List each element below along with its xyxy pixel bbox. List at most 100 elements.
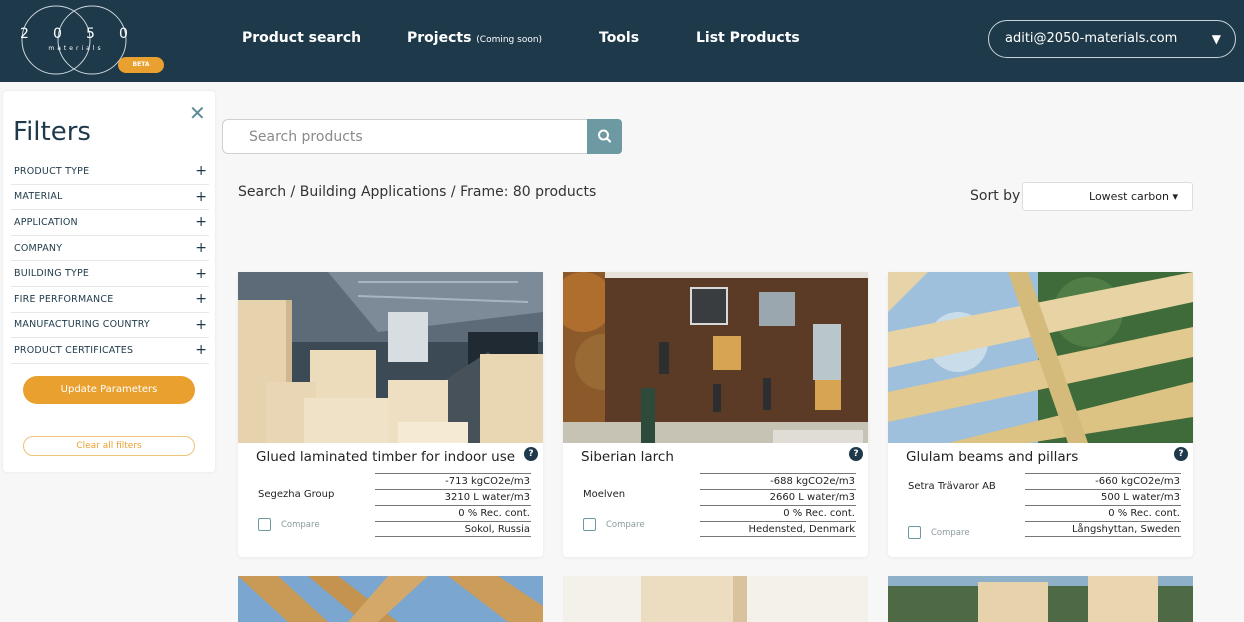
- nav-product-search[interactable]: Product search: [242, 30, 361, 46]
- filter-label: BUILDING TYPE: [14, 268, 90, 280]
- nav-label: Tools: [599, 30, 640, 46]
- recycled-content-value: 0 % Rec. cont.: [1025, 505, 1181, 521]
- sort-select[interactable]: Lowest carbon ▾: [1022, 182, 1193, 211]
- nav-projects[interactable]: Projects (Coming soon): [407, 30, 542, 46]
- product-image: [238, 272, 543, 443]
- plus-icon[interactable]: +: [195, 342, 207, 358]
- nav-label: Product search: [242, 30, 362, 46]
- filter-fire-performance[interactable]: FIRE PERFORMANCE +: [11, 287, 209, 313]
- product-title[interactable]: Siberian larch: [581, 449, 674, 465]
- product-image: [563, 576, 868, 622]
- product-card[interactable]: Siberian larch ? Moelven -688 kgCO2e/m3 …: [563, 272, 868, 557]
- location-value: Sokol, Russia: [375, 521, 531, 537]
- location-value: Hedensted, Denmark: [700, 521, 856, 537]
- product-image-larch-facade[interactable]: [563, 272, 868, 443]
- filter-product-type[interactable]: PRODUCT TYPE +: [11, 159, 209, 185]
- plus-icon[interactable]: +: [195, 266, 207, 282]
- filter-product-certificates[interactable]: PRODUCT CERTIFICATES +: [11, 338, 209, 364]
- product-image-glulam-blocks[interactable]: [238, 272, 543, 443]
- compare-label: Compare: [931, 527, 970, 538]
- water-value: 2660 L water/m3: [700, 489, 856, 505]
- filter-label: APPLICATION: [14, 216, 78, 228]
- product-image: [888, 272, 1193, 443]
- filter-application[interactable]: APPLICATION +: [11, 210, 209, 236]
- nav-label: List Products: [696, 30, 800, 46]
- logo-subtitle: materials: [48, 45, 104, 52]
- filter-material[interactable]: MATERIAL +: [11, 185, 209, 211]
- carbon-value: -660 kgCO2e/m3: [1025, 473, 1181, 489]
- user-account-dropdown[interactable]: aditi@2050-materials.com ▼: [988, 20, 1236, 58]
- product-card-image-partial[interactable]: [238, 576, 543, 622]
- plus-icon[interactable]: +: [195, 317, 207, 333]
- update-parameters-button[interactable]: Update Parameters: [23, 376, 195, 404]
- filter-label: MANUFACTURING COUNTRY: [14, 319, 150, 331]
- compare-checkbox[interactable]: [258, 518, 271, 531]
- company-name: Setra Trävaror AB: [908, 481, 996, 492]
- nav-list-products[interactable]: List Products: [696, 30, 800, 46]
- help-icon[interactable]: ?: [1174, 447, 1188, 461]
- carbon-value: -688 kgCO2e/m3: [700, 473, 856, 489]
- user-email: aditi@2050-materials.com: [1005, 31, 1178, 46]
- close-icon[interactable]: ✕: [189, 101, 206, 125]
- product-image: [563, 272, 868, 443]
- product-stats: -688 kgCO2e/m3 2660 L water/m3 0 % Rec. …: [700, 473, 856, 537]
- coming-soon-note: (Coming soon): [476, 35, 543, 45]
- nav-tools[interactable]: Tools: [599, 30, 639, 46]
- beta-badge: BETA: [118, 57, 164, 73]
- clear-all-filters-button[interactable]: Clear all filters: [23, 436, 195, 456]
- plus-icon[interactable]: +: [195, 240, 207, 256]
- caret-down-icon: ▼: [1211, 32, 1221, 46]
- product-card-image-partial[interactable]: [888, 576, 1193, 622]
- carbon-value: -713 kgCO2e/m3: [375, 473, 531, 489]
- help-icon[interactable]: ?: [849, 447, 863, 461]
- search-button[interactable]: [587, 119, 622, 154]
- recycled-content-value: 0 % Rec. cont.: [375, 505, 531, 521]
- filter-manufacturing-country[interactable]: MANUFACTURING COUNTRY +: [11, 313, 209, 339]
- breadcrumb: Search / Building Applications / Frame: …: [238, 184, 597, 200]
- product-card-image-partial[interactable]: [563, 576, 868, 622]
- water-value: 500 L water/m3: [1025, 489, 1181, 505]
- company-name: Segezha Group: [258, 489, 335, 500]
- filter-building-type[interactable]: BUILDING TYPE +: [11, 261, 209, 287]
- filters-panel: ✕ Filters PRODUCT TYPE + MATERIAL + APPLIC…: [3, 91, 215, 472]
- filters-title: Filters: [13, 117, 91, 147]
- logo-digit: 5: [86, 26, 97, 42]
- product-title[interactable]: Glued laminated timber for indoor use: [256, 449, 515, 465]
- plus-icon[interactable]: +: [195, 291, 207, 307]
- compare-label: Compare: [281, 519, 320, 530]
- search-field: [222, 119, 588, 154]
- product-image: [238, 576, 543, 622]
- plus-icon[interactable]: +: [195, 163, 207, 179]
- filter-label: PRODUCT CERTIFICATES: [14, 344, 134, 356]
- compare-checkbox[interactable]: [583, 518, 596, 531]
- filter-label: FIRE PERFORMANCE: [14, 293, 114, 305]
- logo-digit: 0: [119, 26, 130, 42]
- logo[interactable]: 2 0 5 0 materials BETA: [14, 4, 164, 76]
- product-image-glulam-beams[interactable]: [888, 272, 1193, 443]
- search-input[interactable]: [223, 120, 587, 153]
- plus-icon[interactable]: +: [195, 214, 207, 230]
- product-title[interactable]: Glulam beams and pillars: [906, 449, 1078, 465]
- filter-label: MATERIAL: [14, 191, 63, 203]
- filter-label: PRODUCT TYPE: [14, 165, 90, 177]
- logo-digit: 2: [20, 26, 31, 42]
- plus-icon[interactable]: +: [195, 189, 207, 205]
- compare-toggle[interactable]: Compare: [583, 518, 645, 531]
- filter-company[interactable]: COMPANY +: [11, 236, 209, 262]
- help-icon[interactable]: ?: [524, 447, 538, 461]
- sort-by-label: Sort by: [970, 188, 1021, 204]
- product-card[interactable]: Glulam beams and pillars ? Setra Trävaro…: [888, 272, 1193, 557]
- top-navigation-bar: 2 0 5 0 materials BETA Product search Pr…: [0, 0, 1244, 82]
- location-value: Långshyttan, Sweden: [1025, 521, 1181, 537]
- product-image: [888, 576, 1193, 622]
- recycled-content-value: 0 % Rec. cont.: [700, 505, 856, 521]
- compare-toggle[interactable]: Compare: [258, 518, 320, 531]
- logo-digits: 2 0 5 0: [20, 26, 130, 42]
- filter-list: PRODUCT TYPE + MATERIAL + APPLICATION + COM…: [11, 159, 209, 364]
- filter-label: COMPANY: [14, 242, 63, 254]
- water-value: 3210 L water/m3: [375, 489, 531, 505]
- compare-toggle[interactable]: Compare: [908, 526, 970, 539]
- nav-label: Projects: [407, 30, 472, 46]
- compare-checkbox[interactable]: [908, 526, 921, 539]
- product-card[interactable]: Glued laminated timber for indoor use ? …: [238, 272, 543, 557]
